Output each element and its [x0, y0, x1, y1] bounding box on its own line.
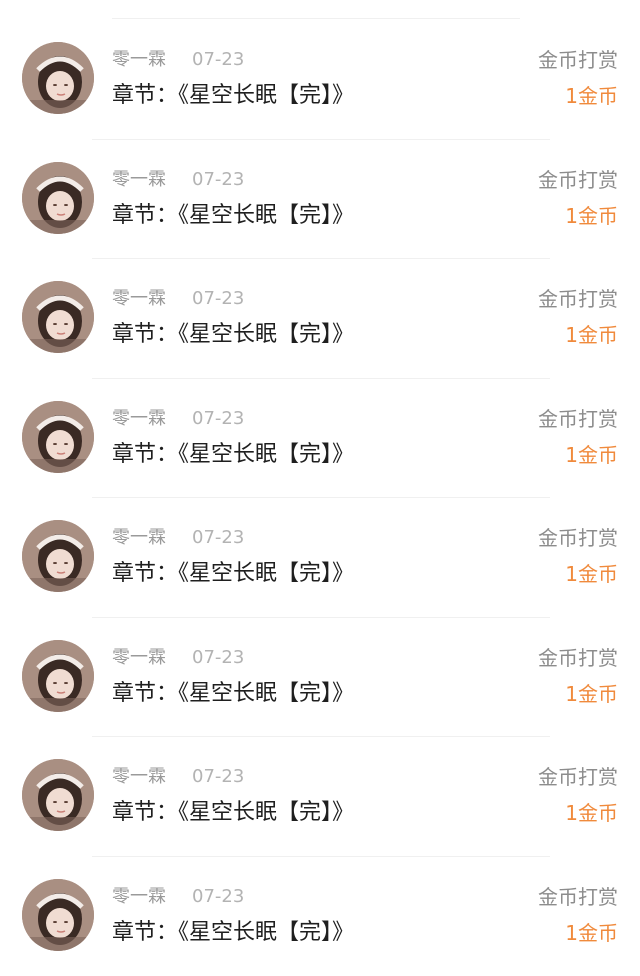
chapter-title[interactable]: 《星空长眠【完】》: [178, 442, 354, 467]
reward-amount: 1金币: [565, 203, 618, 229]
reward-amount: 1金币: [565, 681, 618, 707]
chapter-prefix: 章节：: [112, 800, 178, 825]
reward-amount: 1金币: [565, 442, 618, 468]
record-date: 07-23: [192, 766, 244, 788]
chapter-line: 章节：《星空长眠【完】》: [112, 560, 354, 588]
username[interactable]: 零一霖: [112, 49, 166, 71]
reward-amount: 1金币: [565, 800, 618, 826]
avatar-photo-icon: [22, 879, 94, 951]
user-avatar[interactable]: [22, 520, 94, 592]
chapter-line: 章节：《星空长眠【完】》: [112, 919, 354, 947]
reward-amount: 1金币: [565, 920, 618, 946]
chapter-title[interactable]: 《星空长眠【完】》: [178, 920, 354, 945]
chapter-prefix: 章节：: [112, 203, 178, 228]
username[interactable]: 零一霖: [112, 766, 166, 788]
chapter-title[interactable]: 《星空长眠【完】》: [178, 322, 354, 347]
chapter-prefix: 章节：: [112, 322, 178, 347]
chapter-prefix: 章节：: [112, 442, 178, 467]
chapter-prefix: 章节：: [112, 920, 178, 945]
reward-type: 金币打赏: [538, 407, 618, 431]
avatar-photo-icon: [22, 759, 94, 831]
chapter-line: 章节：《星空长眠【完】》: [112, 680, 354, 708]
top-divider: [112, 18, 520, 19]
user-avatar[interactable]: [22, 162, 94, 234]
record-row[interactable]: 零一霖 07-23 章节：《星空长眠【完】》 金币打赏 1金币: [0, 857, 640, 976]
user-avatar[interactable]: [22, 640, 94, 712]
record-date: 07-23: [192, 886, 244, 908]
record-date: 07-23: [192, 647, 244, 669]
reward-type: 金币打赏: [538, 765, 618, 789]
user-avatar[interactable]: [22, 879, 94, 951]
username[interactable]: 零一霖: [112, 886, 166, 908]
chapter-line: 章节：《星空长眠【完】》: [112, 321, 354, 349]
user-avatar[interactable]: [22, 42, 94, 114]
reward-type: 金币打赏: [538, 646, 618, 670]
record-row[interactable]: 零一霖 07-23 章节：《星空长眠【完】》 金币打赏 1金币: [0, 498, 640, 618]
chapter-title[interactable]: 《星空长眠【完】》: [178, 83, 354, 108]
reward-amount: 1金币: [565, 561, 618, 587]
user-avatar[interactable]: [22, 401, 94, 473]
avatar-photo-icon: [22, 162, 94, 234]
record-row[interactable]: 零一霖 07-23 章节：《星空长眠【完】》 金币打赏 1金币: [0, 140, 640, 260]
reward-type: 金币打赏: [538, 526, 618, 550]
reward-type: 金币打赏: [538, 885, 618, 909]
username[interactable]: 零一霖: [112, 169, 166, 191]
username[interactable]: 零一霖: [112, 408, 166, 430]
username[interactable]: 零一霖: [112, 288, 166, 310]
avatar-photo-icon: [22, 520, 94, 592]
chapter-prefix: 章节：: [112, 83, 178, 108]
chapter-title[interactable]: 《星空长眠【完】》: [178, 681, 354, 706]
reward-type: 金币打赏: [538, 287, 618, 311]
record-date: 07-23: [192, 169, 244, 191]
record-date: 07-23: [192, 527, 244, 549]
avatar-photo-icon: [22, 281, 94, 353]
chapter-title[interactable]: 《星空长眠【完】》: [178, 203, 354, 228]
chapter-line: 章节：《星空长眠【完】》: [112, 202, 354, 230]
record-date: 07-23: [192, 49, 244, 71]
chapter-line: 章节：《星空长眠【完】》: [112, 441, 354, 469]
user-avatar[interactable]: [22, 759, 94, 831]
record-row[interactable]: 零一霖 07-23 章节：《星空长眠【完】》 金币打赏 1金币: [0, 20, 640, 140]
avatar-photo-icon: [22, 401, 94, 473]
record-date: 07-23: [192, 288, 244, 310]
record-row[interactable]: 零一霖 07-23 章节：《星空长眠【完】》 金币打赏 1金币: [0, 618, 640, 738]
record-row[interactable]: 零一霖 07-23 章节：《星空长眠【完】》 金币打赏 1金币: [0, 259, 640, 379]
reward-amount: 1金币: [565, 83, 618, 109]
reward-type: 金币打赏: [538, 48, 618, 72]
chapter-line: 章节：《星空长眠【完】》: [112, 799, 354, 827]
record-row[interactable]: 零一霖 07-23 章节：《星空长眠【完】》 金币打赏 1金币: [0, 379, 640, 499]
reward-amount: 1金币: [565, 322, 618, 348]
record-row[interactable]: 零一霖 07-23 章节：《星空长眠【完】》 金币打赏 1金币: [0, 737, 640, 857]
chapter-title[interactable]: 《星空长眠【完】》: [178, 800, 354, 825]
username[interactable]: 零一霖: [112, 647, 166, 669]
chapter-line: 章节：《星空长眠【完】》: [112, 82, 354, 110]
chapter-prefix: 章节：: [112, 681, 178, 706]
user-avatar[interactable]: [22, 281, 94, 353]
reward-type: 金币打赏: [538, 168, 618, 192]
username[interactable]: 零一霖: [112, 527, 166, 549]
chapter-title[interactable]: 《星空长眠【完】》: [178, 561, 354, 586]
record-date: 07-23: [192, 408, 244, 430]
avatar-photo-icon: [22, 640, 94, 712]
chapter-prefix: 章节：: [112, 561, 178, 586]
avatar-photo-icon: [22, 42, 94, 114]
